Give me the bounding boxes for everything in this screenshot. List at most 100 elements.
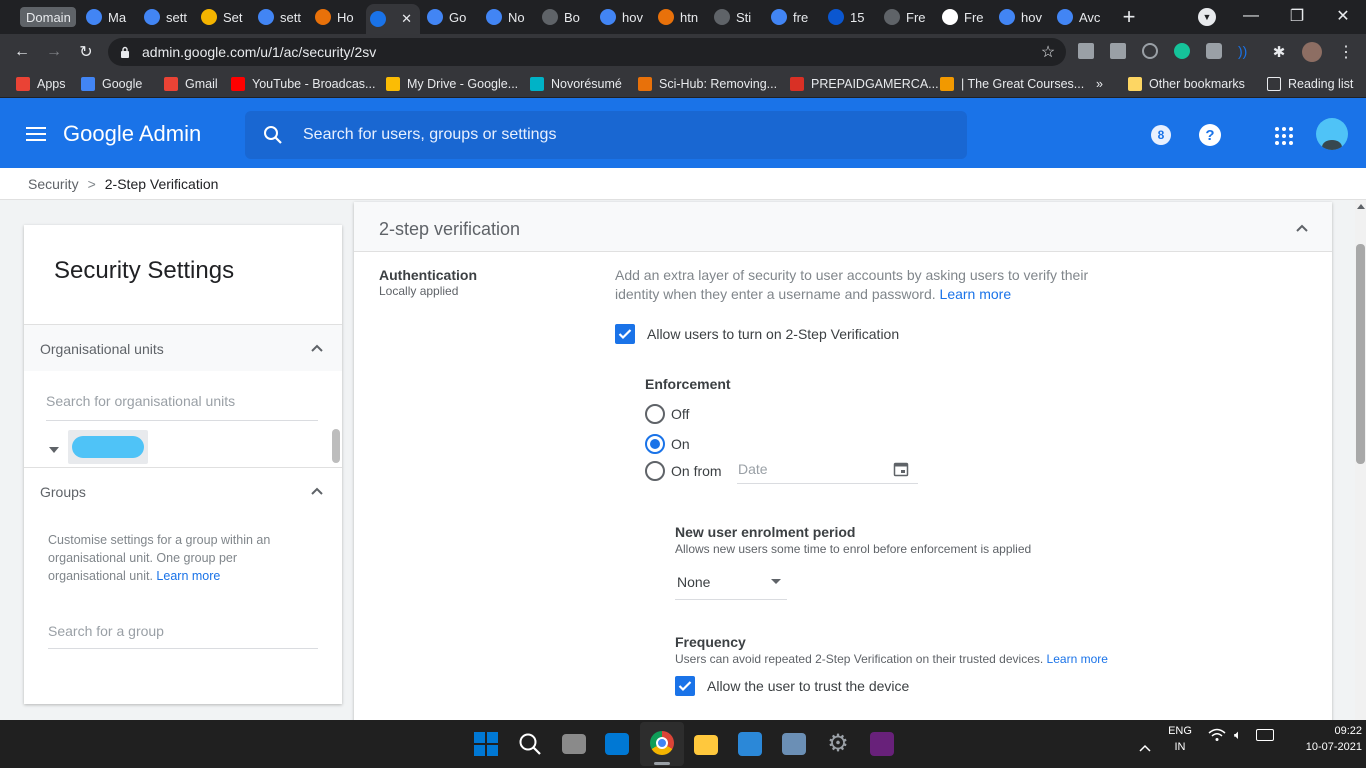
browser-tab[interactable]: Fre: [880, 4, 934, 30]
browser-tab[interactable]: Ma: [82, 4, 138, 30]
browser-tab[interactable]: Ho: [311, 4, 363, 30]
close-window-button[interactable]: ✕: [1320, 0, 1366, 32]
enforcement-date-input[interactable]: Date: [737, 458, 918, 484]
minimize-button[interactable]: —: [1228, 0, 1274, 32]
authentication-learn-more-link[interactable]: Learn more: [940, 286, 1012, 302]
language-indicator[interactable]: ENG IN: [1166, 723, 1194, 755]
tab-search-icon[interactable]: ▼: [1198, 8, 1216, 26]
visual-studio-icon[interactable]: [870, 732, 894, 756]
bookmark-item[interactable]: Google: [81, 75, 142, 93]
restore-button[interactable]: ❐: [1274, 0, 1320, 32]
browser-tab[interactable]: hov: [596, 4, 650, 30]
enforcement-on-label[interactable]: On: [671, 436, 690, 452]
widgets-icon[interactable]: [605, 733, 629, 755]
chrome-taskbar-icon[interactable]: [640, 722, 684, 766]
microsoft-store-icon[interactable]: [738, 732, 762, 756]
group-search-input[interactable]: Search for a group: [48, 623, 318, 649]
browser-tab[interactable]: Bo: [538, 4, 592, 30]
volume-icon[interactable]: 🔈︎: [1234, 728, 1248, 742]
collapse-groups-icon[interactable]: [310, 484, 324, 498]
bookmark-item[interactable]: | The Great Courses...: [940, 75, 1084, 93]
bookmark-item[interactable]: Gmail: [164, 75, 218, 93]
apps-grid-icon[interactable]: [1275, 127, 1293, 145]
bookmark-item[interactable]: YouTube - Broadcas...: [231, 75, 375, 93]
notifications-icon[interactable]: 8: [1151, 125, 1171, 145]
extension-icon[interactable]: [1142, 43, 1158, 59]
extension-icon[interactable]: [1206, 43, 1222, 59]
bookmark-item[interactable]: Apps: [16, 75, 66, 93]
bookmark-item[interactable]: PREPAIDGAMERCA...: [790, 75, 939, 93]
admin-search-input[interactable]: Search for users, groups or settings: [245, 111, 967, 159]
main-menu-icon[interactable]: [26, 126, 46, 142]
allow-2sv-label[interactable]: Allow users to turn on 2-Step Verificati…: [647, 326, 899, 342]
more-bookmarks-chevron[interactable]: »: [1096, 75, 1103, 93]
browser-tab[interactable]: 15: [824, 4, 876, 30]
breadcrumb-security-link[interactable]: Security: [28, 176, 79, 192]
app-name[interactable]: Google Admin: [63, 121, 201, 147]
browser-tab[interactable]: hov: [995, 4, 1049, 30]
expand-arrow-icon[interactable]: [48, 441, 60, 453]
allow-2sv-checkbox[interactable]: [615, 324, 635, 344]
browser-tab[interactable]: Domain: [20, 7, 76, 27]
forward-icon[interactable]: →: [43, 41, 65, 63]
browser-tab[interactable]: sett: [140, 4, 194, 30]
browser-tab[interactable]: Sti: [710, 4, 764, 30]
enforcement-on-from-label[interactable]: On from: [671, 463, 722, 479]
bookmark-star-icon[interactable]: ☆: [1037, 41, 1059, 63]
help-icon[interactable]: ?: [1199, 124, 1221, 146]
collapse-section-icon[interactable]: [1295, 221, 1309, 235]
browser-tab[interactable]: Go: [423, 4, 479, 30]
show-hidden-icons-chevron[interactable]: [1139, 739, 1151, 752]
extension-icon[interactable]: [1110, 43, 1126, 59]
org-units-scrollbar[interactable]: [332, 429, 340, 463]
org-units-search-input[interactable]: Search for organisational units: [46, 393, 318, 421]
battery-icon[interactable]: [1256, 729, 1274, 741]
close-tab-icon[interactable]: ✕: [401, 11, 412, 27]
enforcement-on-from-radio[interactable]: [645, 461, 665, 481]
clock[interactable]: 09:22 10-07-2021: [1282, 723, 1362, 755]
bookmark-item[interactable]: Novorésumé: [530, 75, 622, 93]
enforcement-on-radio[interactable]: [645, 434, 665, 454]
browser-tab[interactable]: Fre: [938, 4, 992, 30]
browser-tab[interactable]: htn: [654, 4, 706, 30]
collapse-org-units-icon[interactable]: [310, 341, 324, 355]
profile-avatar[interactable]: [1302, 42, 1322, 62]
enforcement-off-radio[interactable]: [645, 404, 665, 424]
bookmark-item[interactable]: Sci-Hub: Removing...: [638, 75, 777, 93]
enforcement-off-label[interactable]: Off: [671, 406, 689, 422]
enrolment-period-select[interactable]: None: [675, 570, 787, 600]
extension-icon[interactable]: )): [1238, 43, 1254, 59]
reading-list-button[interactable]: Reading list: [1267, 75, 1353, 93]
browser-tab[interactable]: Avc: [1053, 4, 1103, 30]
browser-tab[interactable]: sett: [254, 4, 308, 30]
tab-active[interactable]: ✕: [366, 4, 420, 34]
trust-device-checkbox[interactable]: [675, 676, 695, 696]
extension-icon[interactable]: [1078, 43, 1094, 59]
taskbar-search-icon[interactable]: [518, 732, 542, 756]
reload-icon[interactable]: ↻: [75, 41, 97, 63]
new-tab-button[interactable]: +: [1118, 4, 1140, 30]
browser-tab[interactable]: fre: [767, 4, 821, 30]
org-unit-item[interactable]: [68, 430, 148, 464]
chrome-menu-icon[interactable]: ⋮: [1335, 41, 1357, 63]
bookmark-item[interactable]: My Drive - Google...: [386, 75, 518, 93]
scroll-up-arrow-icon[interactable]: [1357, 204, 1365, 209]
page-scrollbar-thumb[interactable]: [1356, 244, 1365, 464]
extensions-puzzle-icon[interactable]: ✱: [1268, 41, 1290, 63]
back-icon[interactable]: ←: [11, 41, 33, 63]
grammarly-icon[interactable]: [1174, 43, 1190, 59]
photos-icon[interactable]: [782, 733, 806, 755]
bookmark-item[interactable]: Other bookmarks: [1128, 75, 1245, 93]
account-avatar[interactable]: [1316, 118, 1348, 150]
calendar-icon[interactable]: [893, 461, 909, 477]
address-bar[interactable]: admin.google.com/u/1/ac/security/2sv: [108, 38, 1066, 66]
file-explorer-icon[interactable]: [694, 735, 718, 755]
browser-tab[interactable]: No: [482, 4, 534, 30]
frequency-learn-more-link[interactable]: Learn more: [1047, 652, 1108, 666]
start-menu-icon[interactable]: [474, 732, 498, 756]
task-view-icon[interactable]: [562, 734, 586, 754]
browser-tab[interactable]: Set: [197, 4, 251, 30]
trust-device-label[interactable]: Allow the user to trust the device: [707, 678, 909, 694]
groups-learn-more-link[interactable]: Learn more: [156, 569, 220, 583]
wifi-icon[interactable]: [1208, 728, 1226, 742]
